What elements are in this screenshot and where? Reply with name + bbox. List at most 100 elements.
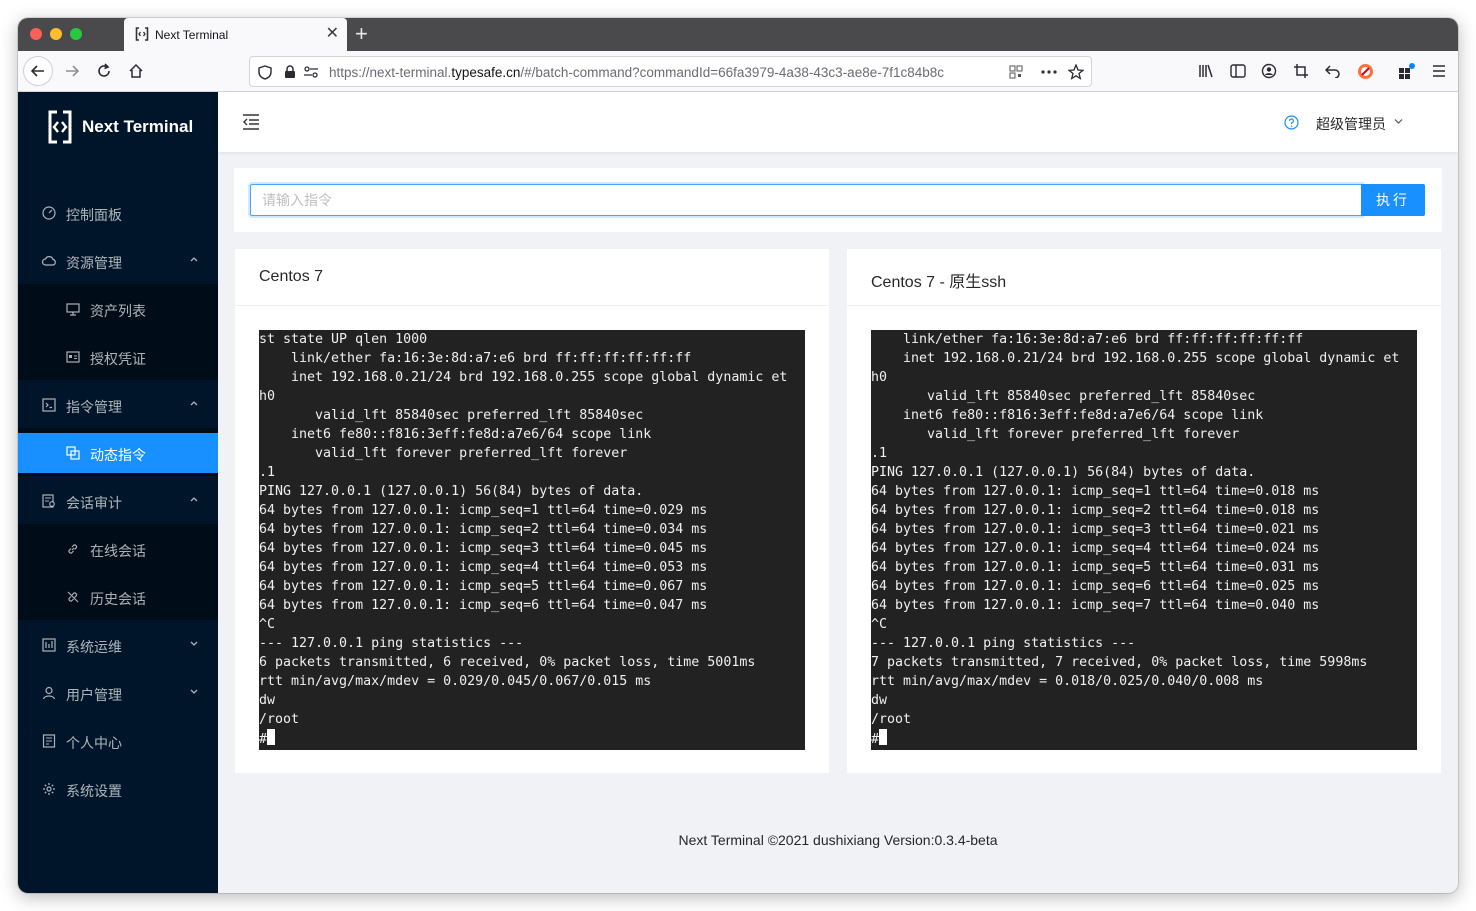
disconnect-icon [67, 591, 79, 603]
address-bar[interactable]: https://next-terminal.typesafe.cn/#/batc… [249, 56, 1092, 87]
back-button[interactable] [23, 56, 53, 86]
terminal-screen[interactable]: link/ether fa:16:3e:8d:a7:e6 brd ff:ff:f… [871, 330, 1417, 750]
control-icon [42, 638, 56, 652]
terminal-prompt: # [871, 732, 880, 747]
profile-icon [42, 734, 56, 748]
favicon-icon [135, 27, 149, 41]
terminal-line: valid_lft 85840sec preferred_lft 85840se… [871, 389, 1256, 404]
account-icon[interactable] [1259, 61, 1279, 81]
terminal-cursor [267, 729, 276, 745]
sidebar-item-profile[interactable]: 个人中心 [18, 721, 218, 761]
menu-fold-icon[interactable] [242, 114, 260, 130]
audit-icon [42, 494, 55, 508]
minimize-window-button[interactable] [50, 28, 62, 40]
user-menu[interactable]: 超级管理员 [1316, 114, 1386, 134]
question-circle-icon[interactable] [1284, 115, 1299, 130]
execute-button[interactable]: 执行 [1361, 184, 1425, 216]
sidebar-item-credentials[interactable]: 授权凭证 [18, 337, 218, 377]
terminal-line: /root [259, 712, 300, 727]
idcard-icon [66, 351, 80, 363]
sidebar-item-dynamic-commands[interactable]: 动态指令 [18, 433, 218, 473]
terminal-cursor [879, 729, 888, 745]
shield-icon[interactable] [256, 63, 274, 81]
reload-icon [98, 63, 110, 77]
terminal-line: 64 bytes from 127.0.0.1: icmp_seq=4 ttl=… [871, 541, 1320, 556]
terminal-prompt-line: # [871, 729, 1417, 748]
terminal-card-header: Centos 7 [235, 249, 829, 306]
maximize-window-button[interactable] [70, 28, 82, 40]
setting-icon [43, 783, 55, 795]
desktop-icon [66, 303, 80, 316]
block-icon [66, 446, 80, 460]
tab-title: Next Terminal [155, 28, 229, 42]
sidebar-item-online-sessions[interactable]: 在线会话 [18, 529, 218, 569]
sidebar-item-assets[interactable]: 资产列表 [18, 289, 218, 329]
sidebar-item-label: 会话审计 [66, 495, 122, 511]
browser-tab[interactable]: Next Terminal ✕ [124, 18, 347, 51]
terminal-line: valid_lft forever preferred_lft forever [259, 446, 628, 461]
blocker-extension-icon[interactable] [1355, 61, 1375, 81]
terminal-line: 64 bytes from 127.0.0.1: icmp_seq=6 ttl=… [871, 579, 1320, 594]
sidebar-item-history-sessions[interactable]: 历史会话 [18, 577, 218, 617]
terminal-line: valid_lft 85840sec preferred_lft 85840se… [259, 408, 644, 423]
terminal-line: --- 127.0.0.1 ping statistics --- [259, 636, 524, 651]
undo-icon[interactable] [1323, 61, 1343, 81]
close-window-button[interactable] [30, 28, 42, 40]
new-tab-icon[interactable]: + [355, 22, 368, 46]
terminal-line: 64 bytes from 127.0.0.1: icmp_seq=7 ttl=… [871, 598, 1320, 613]
sidebar-toggle-icon[interactable] [1228, 61, 1248, 81]
sidebar-item-resources[interactable]: 资源管理 [18, 241, 218, 281]
terminal-line: h0 [259, 389, 276, 404]
command-input[interactable] [250, 184, 1362, 216]
terminal-line: 64 bytes from 127.0.0.1: icmp_seq=2 ttl=… [871, 503, 1320, 518]
sidebar-item-settings[interactable]: 系统设置 [18, 769, 218, 809]
terminal-line: 64 bytes from 127.0.0.1: icmp_seq=1 ttl=… [259, 503, 708, 518]
tab-close-icon[interactable]: ✕ [326, 24, 339, 44]
chevron-up-icon [190, 401, 198, 406]
bookmark-star-icon[interactable] [1067, 63, 1085, 81]
sidebar-item-label: 资产列表 [90, 303, 146, 319]
sidebar-item-label: 个人中心 [66, 735, 122, 751]
extensions-icon[interactable] [1397, 61, 1417, 81]
forward-button[interactable] [58, 57, 86, 85]
home-icon [129, 63, 143, 78]
app-logo[interactable]: Next Terminal [48, 110, 193, 144]
terminal-line: 7 packets transmitted, 7 received, 0% pa… [871, 655, 1368, 670]
terminal-line: PING 127.0.0.1 (127.0.0.1) 56(84) bytes … [259, 484, 644, 499]
library-icon[interactable] [1196, 61, 1216, 81]
sidebar-item-ops[interactable]: 系统运维 [18, 625, 218, 665]
more-actions-icon[interactable] [1040, 63, 1058, 81]
lock-icon[interactable] [281, 63, 299, 81]
sidebar-item-commands[interactable]: 指令管理 [18, 385, 218, 425]
home-button[interactable] [122, 57, 150, 85]
terminal-title: Centos 7 - 原生ssh [871, 274, 1007, 291]
reload-button[interactable] [90, 57, 118, 85]
permissions-icon[interactable] [302, 63, 320, 81]
sidebar-item-label: 控制面板 [66, 207, 122, 223]
terminal-title: Centos 7 [259, 268, 324, 285]
terminal-line: h0 [871, 370, 888, 385]
menu-hamburger-icon[interactable] [1429, 61, 1449, 81]
terminal-line: 64 bytes from 127.0.0.1: icmp_seq=5 ttl=… [871, 560, 1320, 575]
navigation-bar: https://next-terminal.typesafe.cn/#/batc… [18, 51, 1458, 92]
sidebar-item-label: 在线会话 [90, 543, 146, 559]
qrcode-icon[interactable] [1007, 63, 1025, 81]
sidebar-item-users[interactable]: 用户管理 [18, 673, 218, 713]
sidebar-item-label: 系统运维 [66, 639, 122, 655]
sidebar-item-dashboard[interactable]: 控制面板 [18, 193, 218, 233]
sidebar-item-label: 历史会话 [90, 591, 146, 607]
cloud-icon [42, 256, 56, 266]
terminal-line: ^C [871, 617, 888, 632]
tab-strip: Next Terminal ✕ + [18, 18, 1458, 51]
terminal-line: 64 bytes from 127.0.0.1: icmp_seq=3 ttl=… [259, 541, 708, 556]
chevron-down-icon[interactable] [1394, 118, 1403, 125]
chevron-up-icon [190, 257, 198, 262]
arrow-right-icon [66, 65, 80, 77]
terminal-line: --- 127.0.0.1 ping statistics --- [871, 636, 1136, 651]
screenshot-crop-icon[interactable] [1291, 61, 1311, 81]
sidebar-item-session-audit[interactable]: 会话审计 [18, 481, 218, 521]
sidebar-item-label: 用户管理 [66, 687, 122, 703]
sidebar-item-label: 资源管理 [66, 255, 122, 271]
command-card: 执行 [234, 168, 1442, 232]
terminal-screen[interactable]: st state UP qlen 1000 link/ether fa:16:3… [259, 330, 805, 750]
